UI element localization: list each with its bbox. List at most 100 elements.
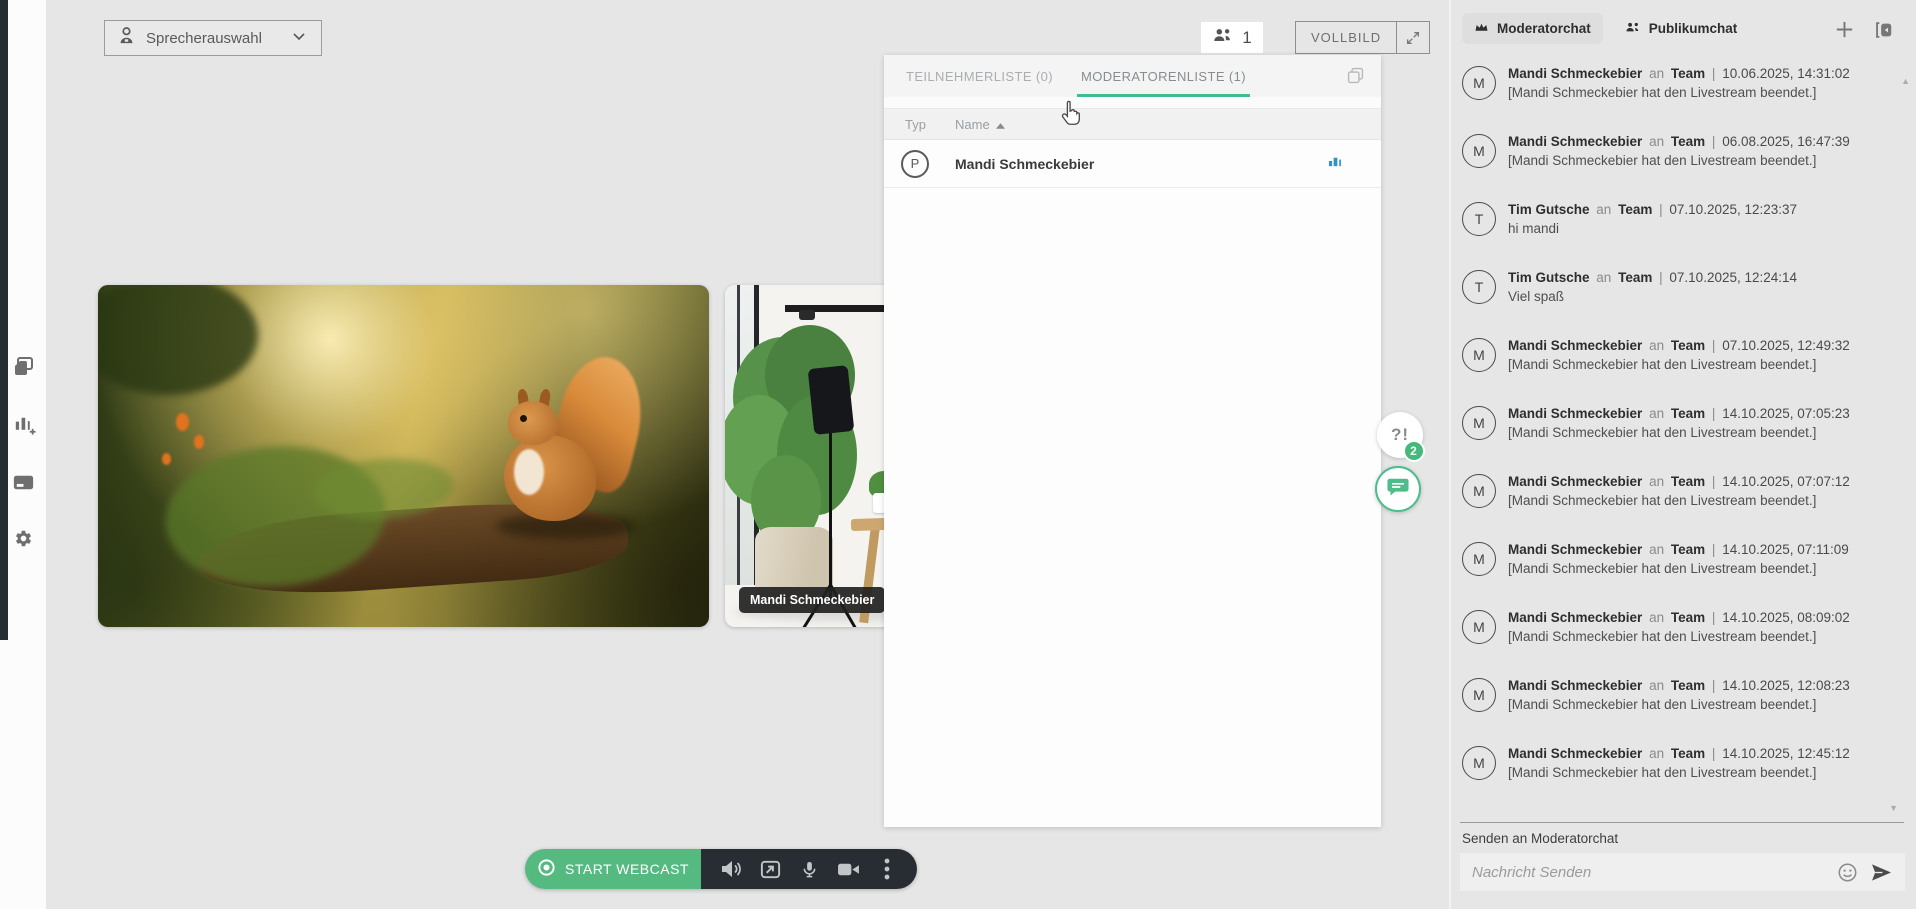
speaker-volume-icon[interactable] bbox=[716, 854, 746, 884]
settings-gear-icon[interactable] bbox=[9, 524, 37, 552]
chat-message-meta: Mandi Schmeckebier an Team | 14.10.2025,… bbox=[1508, 608, 1850, 627]
tab-moderatorenliste[interactable]: MODERATORENLISTE (1) bbox=[1067, 55, 1260, 97]
microphone-icon[interactable] bbox=[794, 854, 824, 884]
video-name-label: Mandi Schmeckebier bbox=[739, 587, 885, 613]
chat-tabs: Moderatorchat Publikumchat bbox=[1462, 13, 1749, 44]
duplicate-panel-icon[interactable] bbox=[1346, 66, 1365, 90]
column-typ: Typ bbox=[905, 117, 955, 132]
moderator-name: Mandi Schmeckebier bbox=[955, 156, 1328, 172]
chat-message-input[interactable] bbox=[1472, 864, 1825, 881]
chat-message: M Mandi Schmeckebier an Team | 14.10.202… bbox=[1462, 404, 1910, 459]
avatar: M bbox=[1462, 542, 1496, 576]
participant-panel: TEILNEHMERLISTE (0) MODERATORENLISTE (1)… bbox=[884, 55, 1381, 827]
participant-table-header: Typ Name bbox=[884, 108, 1381, 140]
chat-message-meta: Tim Gutsche an Team | 07.10.2025, 12:23:… bbox=[1508, 200, 1797, 219]
chat-message-text: [Mandi Schmeckebier hat den Livestream b… bbox=[1508, 151, 1850, 170]
chat-sidebar: Moderatorchat Publikumchat ▲ M Mandi Sch… bbox=[1449, 0, 1916, 909]
audience-icon bbox=[1625, 21, 1641, 36]
chat-message: M Mandi Schmeckebier an Team | 14.10.202… bbox=[1462, 540, 1910, 595]
chat-message-text: hi mandi bbox=[1508, 219, 1797, 238]
chat-message: M Mandi Schmeckebier an Team | 10.06.202… bbox=[1462, 64, 1910, 119]
chat-message: M Mandi Schmeckebier an Team | 07.10.202… bbox=[1462, 336, 1910, 391]
qa-fab[interactable]: ?! 2 bbox=[1377, 412, 1423, 458]
chat-message-meta: Tim Gutsche an Team | 07.10.2025, 12:24:… bbox=[1508, 268, 1797, 287]
chat-message: M Mandi Schmeckebier an Team | 14.10.202… bbox=[1462, 744, 1910, 799]
avatar: M bbox=[1462, 66, 1496, 100]
avatar: M bbox=[1462, 406, 1496, 440]
chat-message: T Tim Gutsche an Team | 07.10.2025, 12:2… bbox=[1462, 200, 1910, 255]
speaker-select-dropdown[interactable]: Sprecherauswahl bbox=[104, 20, 322, 56]
flower-accent bbox=[176, 413, 189, 431]
qa-badge: 2 bbox=[1403, 440, 1425, 462]
avatar: M bbox=[1462, 338, 1496, 372]
chat-composer bbox=[1460, 853, 1905, 891]
tab-teilnehmerliste[interactable]: TEILNEHMERLISTE (0) bbox=[892, 55, 1067, 97]
add-chat-icon[interactable] bbox=[1833, 18, 1856, 41]
avatar: M bbox=[1462, 678, 1496, 712]
moderator-row[interactable]: P Mandi Schmeckebier bbox=[884, 140, 1381, 188]
chat-message: M Mandi Schmeckebier an Team | 14.10.202… bbox=[1462, 608, 1910, 663]
chat-message-text: [Mandi Schmeckebier hat den Livestream b… bbox=[1508, 491, 1850, 510]
chevron-down-icon bbox=[289, 26, 309, 51]
avatar: M bbox=[1462, 474, 1496, 508]
participant-panel-tabs: TEILNEHMERLISTE (0) MODERATORENLISTE (1) bbox=[884, 55, 1381, 97]
chat-message-meta: Mandi Schmeckebier an Team | 06.08.2025,… bbox=[1508, 132, 1850, 151]
fullscreen-button-group: VOLLBILD bbox=[1295, 21, 1430, 54]
webcast-control-bar: START WEBCAST bbox=[525, 849, 917, 889]
record-icon bbox=[537, 858, 556, 880]
screen-share-icon[interactable] bbox=[755, 854, 785, 884]
chat-message-text: [Mandi Schmeckebier hat den Livestream b… bbox=[1508, 627, 1850, 646]
more-options-icon[interactable] bbox=[872, 854, 902, 884]
column-name-sortable[interactable]: Name bbox=[955, 117, 1005, 132]
avatar: T bbox=[1462, 202, 1496, 236]
video-tile-squirrel[interactable] bbox=[98, 285, 709, 627]
speaker-stand bbox=[829, 431, 832, 603]
left-edge-bar bbox=[0, 0, 8, 640]
squirrel-figure bbox=[496, 363, 646, 543]
studio-monitor bbox=[808, 365, 855, 435]
scroll-down-caret[interactable]: ▼ bbox=[1889, 803, 1898, 813]
tab-publikumchat[interactable]: Publikumchat bbox=[1613, 13, 1750, 44]
emoji-icon[interactable] bbox=[1837, 862, 1858, 883]
chat-message: T Tim Gutsche an Team | 07.10.2025, 12:2… bbox=[1462, 268, 1910, 323]
poll-icon[interactable] bbox=[9, 410, 37, 438]
chat-message-meta: Mandi Schmeckebier an Team | 14.10.2025,… bbox=[1508, 540, 1849, 559]
avatar: M bbox=[1462, 134, 1496, 168]
sort-ascending-icon bbox=[996, 117, 1005, 132]
fullscreen-button[interactable]: VOLLBILD bbox=[1296, 22, 1397, 53]
chat-message-meta: Mandi Schmeckebier an Team | 10.06.2025,… bbox=[1508, 64, 1850, 83]
chat-message-text: Viel spaß bbox=[1508, 287, 1797, 306]
camera-icon[interactable] bbox=[833, 854, 863, 884]
chat-message-meta: Mandi Schmeckebier an Team | 14.10.2025,… bbox=[1508, 744, 1850, 763]
start-webcast-button[interactable]: START WEBCAST bbox=[525, 849, 701, 889]
avatar: T bbox=[1462, 270, 1496, 304]
presenter-type-icon: P bbox=[901, 150, 929, 178]
chat-fab[interactable] bbox=[1375, 466, 1421, 512]
speaker-select-label: Sprecherauswahl bbox=[146, 30, 289, 47]
send-to-label: Senden an Moderatorchat bbox=[1462, 831, 1618, 846]
avatar: M bbox=[1462, 746, 1496, 780]
expand-icon[interactable] bbox=[1397, 22, 1429, 53]
chat-message-text: [Mandi Schmeckebier hat den Livestream b… bbox=[1508, 83, 1850, 102]
composer-divider bbox=[1460, 822, 1904, 823]
collapse-panel-icon[interactable] bbox=[1872, 19, 1894, 41]
lower-third-icon[interactable] bbox=[9, 468, 37, 496]
chat-message-text: [Mandi Schmeckebier hat den Livestream b… bbox=[1508, 355, 1850, 374]
chat-message-meta: Mandi Schmeckebier an Team | 07.10.2025,… bbox=[1508, 336, 1850, 355]
start-webcast-label: START WEBCAST bbox=[565, 861, 689, 877]
chat-message-text: [Mandi Schmeckebier hat den Livestream b… bbox=[1508, 763, 1850, 782]
webcast-studio-screen: Sprecherauswahl 1 VOLLBILD bbox=[0, 0, 1916, 909]
participant-count-badge[interactable]: 1 bbox=[1201, 22, 1263, 53]
tab-moderatorchat[interactable]: Moderatorchat bbox=[1462, 13, 1603, 44]
connection-quality-icon bbox=[1328, 154, 1343, 173]
chat-message-text: [Mandi Schmeckebier hat den Livestream b… bbox=[1508, 423, 1850, 442]
chat-message-list: M Mandi Schmeckebier an Team | 10.06.202… bbox=[1462, 64, 1910, 812]
chat-bubble-icon bbox=[1386, 476, 1410, 503]
chat-message-meta: Mandi Schmeckebier an Team | 14.10.2025,… bbox=[1508, 676, 1850, 695]
chat-message-meta: Mandi Schmeckebier an Team | 14.10.2025,… bbox=[1508, 404, 1850, 423]
chat-message: M Mandi Schmeckebier an Team | 14.10.202… bbox=[1462, 472, 1910, 527]
chat-message: M Mandi Schmeckebier an Team | 06.08.202… bbox=[1462, 132, 1910, 187]
participants-icon bbox=[1212, 27, 1234, 48]
scenes-icon[interactable] bbox=[9, 353, 37, 381]
send-icon[interactable] bbox=[1870, 863, 1893, 882]
